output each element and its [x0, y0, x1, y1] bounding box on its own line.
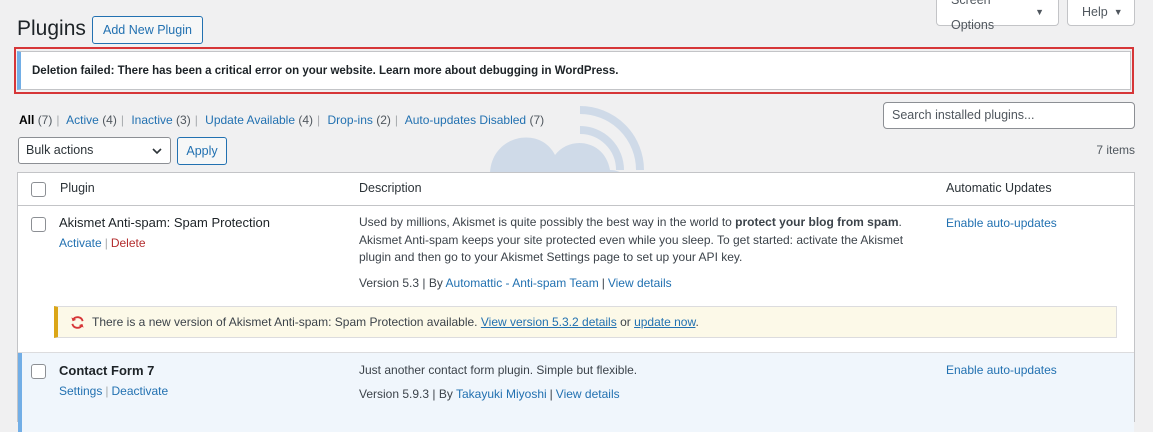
chevron-down-icon: [152, 147, 162, 154]
items-count: 7 items: [1096, 143, 1135, 157]
update-notice: There is a new version of Akismet Anti-s…: [54, 306, 1117, 338]
filter-count: (7): [529, 113, 545, 127]
plugin-description: Used by millions, Akismet is quite possi…: [359, 214, 919, 267]
table-header: Plugin Description Automatic Updates: [18, 173, 1134, 206]
active-row-indicator: [18, 353, 22, 432]
description-bold: protect your blog from spam: [735, 215, 899, 229]
filter-drop-ins[interactable]: Drop-ins: [328, 113, 373, 127]
view-details-link[interactable]: View details: [556, 387, 620, 401]
search-plugins-input[interactable]: Search installed plugins...: [883, 102, 1135, 129]
help-button[interactable]: Help ▼: [1067, 0, 1135, 26]
deactivate-link[interactable]: Deactivate: [111, 384, 168, 398]
update-notice-or: or: [620, 315, 631, 329]
plugins-table: Plugin Description Automatic Updates Aki…: [17, 172, 1135, 432]
enable-auto-updates-link[interactable]: Enable auto-updates: [946, 216, 1057, 230]
update-notice-end: .: [695, 315, 699, 329]
author-link[interactable]: Takayuki Miyoshi: [456, 387, 547, 401]
description-text: Used by millions, Akismet is quite possi…: [359, 215, 736, 229]
update-notice-text: There is a new version of Akismet Anti-s…: [92, 315, 478, 329]
plugin-name: Akismet Anti-spam: Spam Protection: [59, 215, 270, 230]
screen-options-button[interactable]: Screen Options ▼: [936, 0, 1059, 32]
bulk-actions-select[interactable]: Bulk actions: [18, 137, 171, 164]
author-link[interactable]: Automattic - Anti-spam Team: [446, 276, 599, 290]
filter-auto-updates-disabled[interactable]: Auto-updates Disabled: [405, 113, 526, 127]
row-actions: Settings | Deactivate: [59, 384, 169, 398]
settings-link[interactable]: Settings: [59, 384, 102, 398]
add-new-plugin-button[interactable]: Add New Plugin: [92, 16, 203, 44]
caret-down-icon: ▼: [1113, 7, 1123, 17]
filter-active[interactable]: Active: [66, 113, 99, 127]
view-details-link[interactable]: View details: [608, 276, 672, 290]
plugin-meta: Version 5.9.3 | By Takayuki Miyoshi | View…: [359, 387, 620, 401]
update-icon: [70, 315, 85, 330]
plugin-description: Just another contact form plugin. Simple…: [359, 363, 638, 377]
bulk-actions-value: Bulk actions: [26, 143, 94, 157]
column-plugin: Plugin: [60, 181, 95, 195]
activate-link[interactable]: Activate: [59, 236, 102, 250]
filter-inactive[interactable]: Inactive: [131, 113, 172, 127]
row-actions: Activate | Delete: [59, 236, 146, 250]
help-label: Help: [1082, 5, 1108, 19]
plugin-name: Contact Form 7: [59, 363, 155, 378]
version-text: Version 5.3 | By: [359, 276, 443, 290]
filter-update-available[interactable]: Update Available: [205, 113, 295, 127]
highlight-outline: [14, 47, 1134, 94]
select-all-checkbox[interactable]: [31, 182, 46, 197]
filter-count: (4): [298, 113, 314, 127]
filter-count: (2): [376, 113, 391, 127]
row-checkbox[interactable]: [31, 217, 46, 232]
filter-all[interactable]: All: [19, 113, 34, 127]
update-now-link[interactable]: update now: [634, 315, 695, 329]
view-version-details-link[interactable]: View version 5.3.2 details: [481, 315, 617, 329]
filter-count: (3): [176, 113, 191, 127]
column-description: Description: [359, 181, 422, 195]
plugin-status-filters: All (7) | Active (4) | Inactive (3) | Updat…: [19, 113, 545, 127]
caret-down-icon: ▼: [1035, 7, 1044, 17]
filter-count: (7): [37, 113, 53, 127]
row-checkbox[interactable]: [31, 364, 46, 379]
filter-count: (4): [102, 113, 117, 127]
delete-link[interactable]: Delete: [111, 236, 146, 250]
plugin-meta: Version 5.3 | By Automattic - Anti-spam …: [359, 276, 672, 290]
version-text: Version 5.9.3 | By: [359, 387, 453, 401]
enable-auto-updates-link[interactable]: Enable auto-updates: [946, 363, 1057, 377]
apply-button[interactable]: Apply: [177, 137, 227, 165]
table-row: Contact Form 7 Settings | Deactivate Just …: [18, 352, 1134, 432]
page-title: Plugins: [17, 17, 86, 40]
screen-options-label: Screen Options: [951, 0, 995, 32]
column-automatic-updates: Automatic Updates: [946, 181, 1052, 195]
